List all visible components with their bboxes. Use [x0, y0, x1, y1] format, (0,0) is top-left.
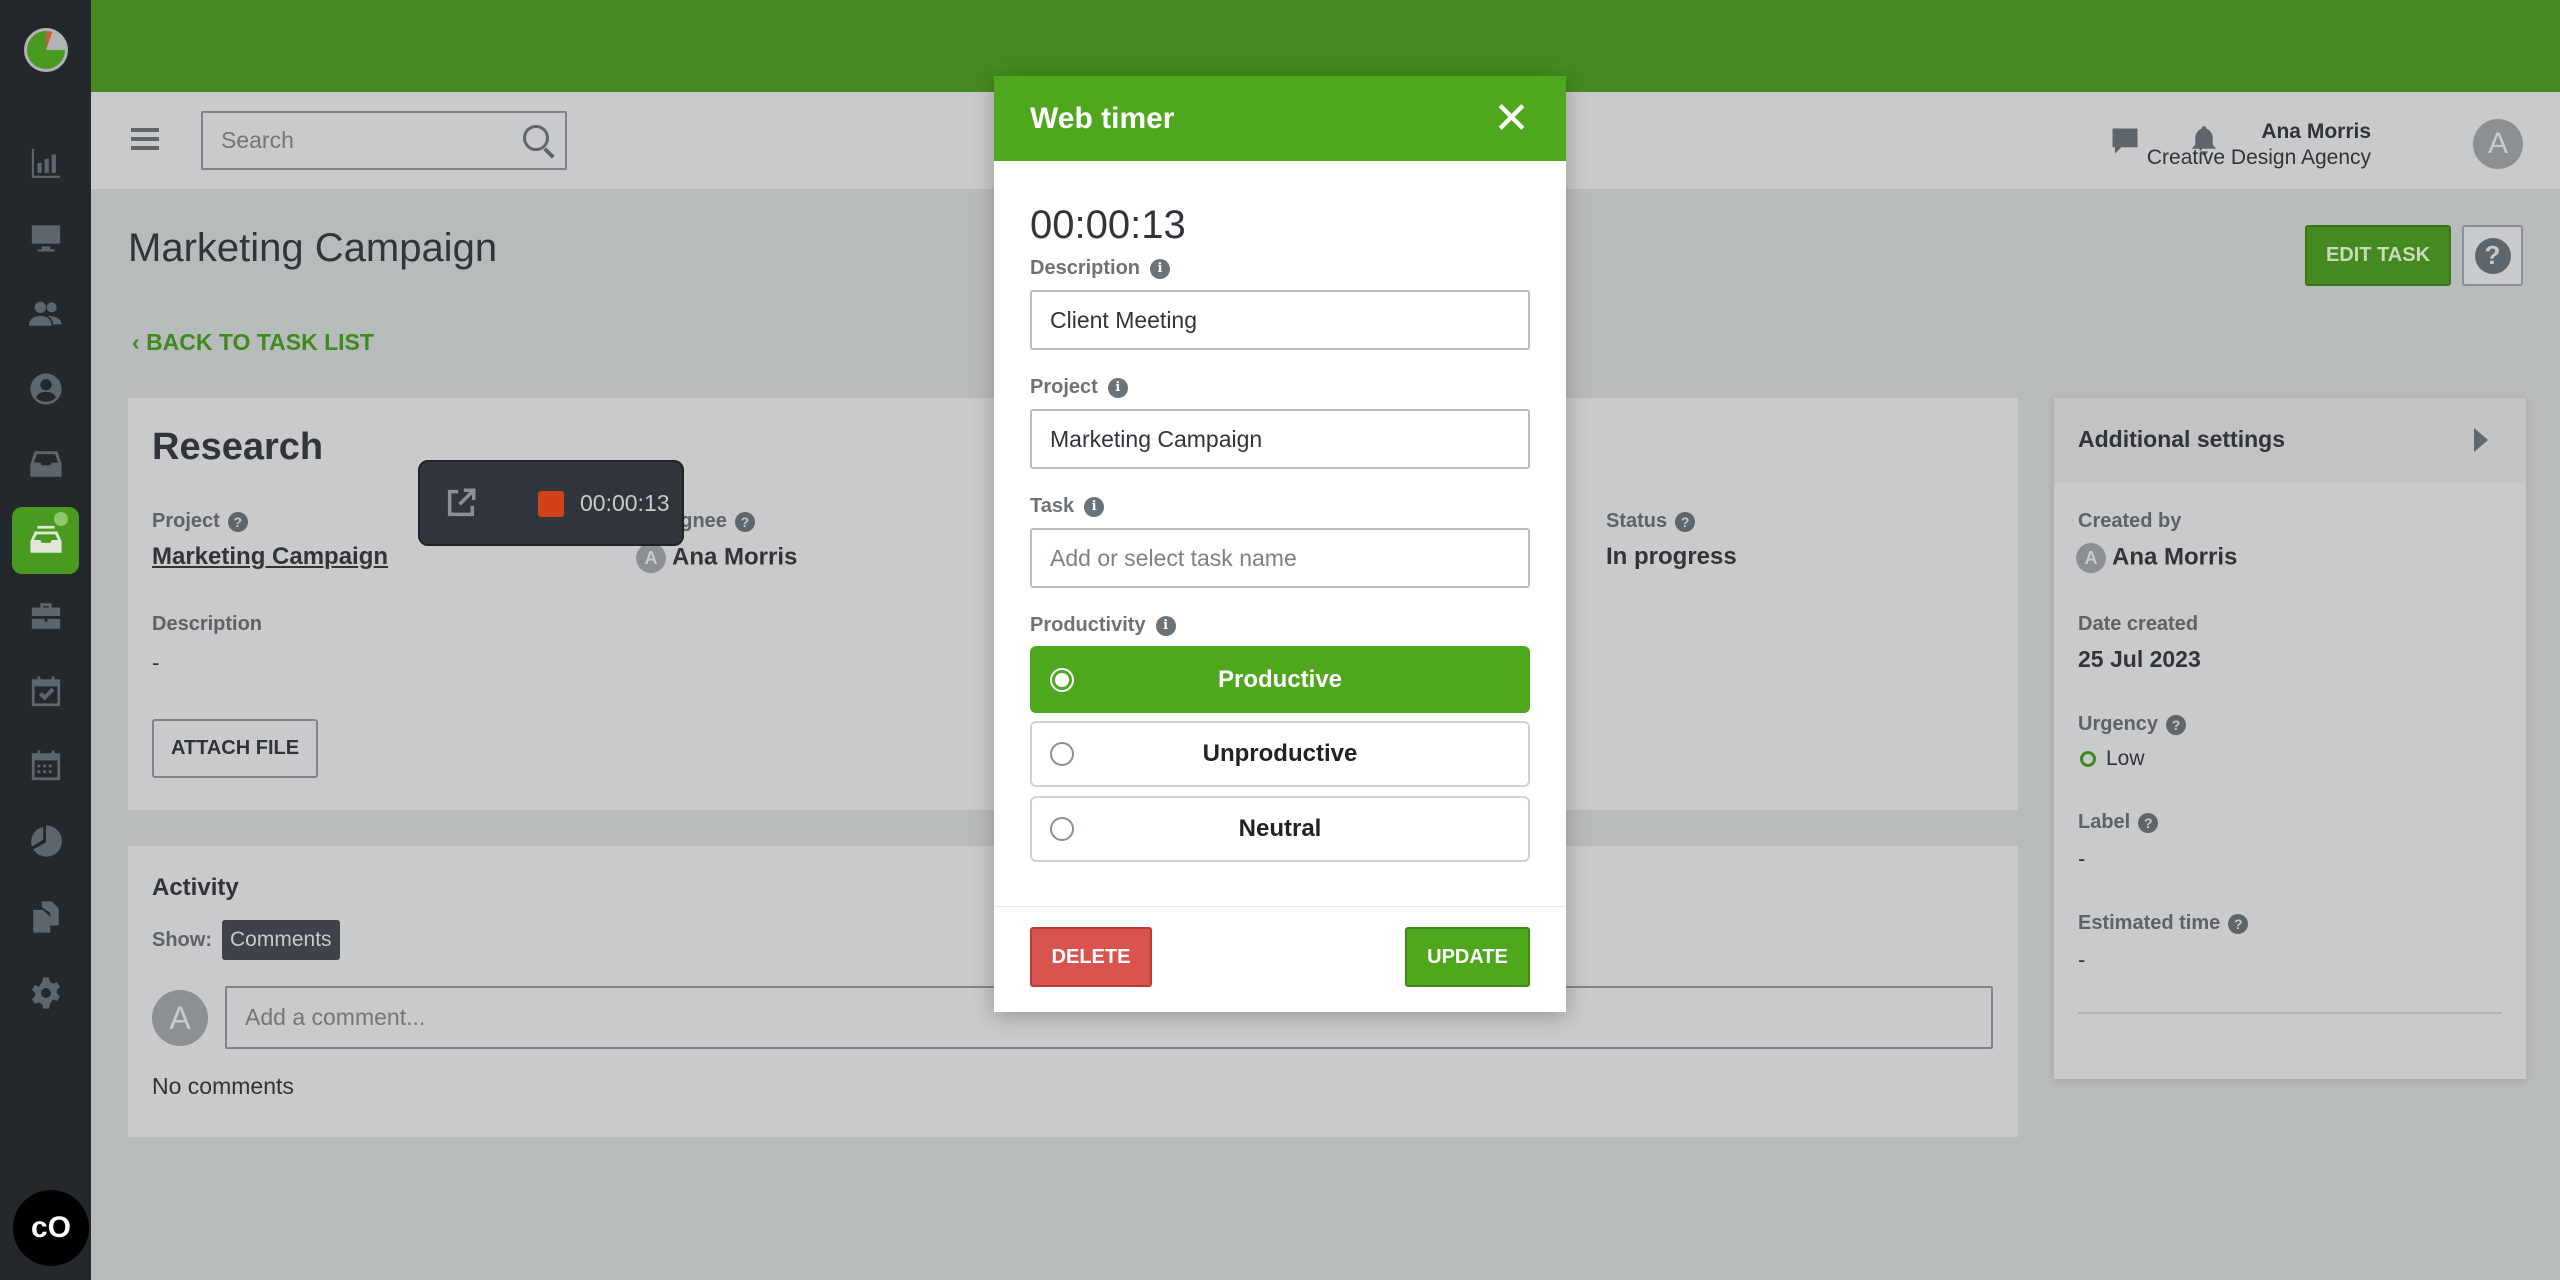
productivity-option-productive[interactable]: Productive — [1030, 646, 1530, 713]
help-button[interactable]: ? — [2462, 225, 2523, 286]
timer-widget-time: 00:00:13 — [580, 490, 670, 516]
estimated-time-value: - — [2078, 947, 2086, 972]
back-to-task-list-link[interactable]: ‹ BACK TO TASK LIST — [132, 329, 374, 356]
label-label: Label? — [2078, 811, 2159, 834]
urgency-label: Urgency? — [2078, 713, 2187, 736]
chevron-left-icon: ‹ — [132, 329, 147, 355]
user-company: Creative Design Agency — [2146, 146, 2371, 169]
search-box[interactable] — [201, 111, 567, 170]
edit-task-button[interactable]: EDIT TASK — [2305, 225, 2451, 286]
help-icon[interactable]: ? — [1675, 511, 1696, 532]
urgency-value: Low — [2080, 747, 2145, 771]
additional-settings-header[interactable]: Additional settings — [2054, 398, 2526, 483]
back-link-label: BACK TO TASK LIST — [146, 329, 374, 355]
timer-widget: 00:00:13 — [418, 460, 684, 546]
show-label: Show: — [152, 929, 212, 951]
no-comments-text: No comments — [152, 1073, 294, 1099]
comments-filter-badge[interactable]: Comments — [222, 920, 340, 960]
modal-header: Web timer ✕ — [994, 76, 1566, 161]
task-label: Task i — [1030, 495, 1105, 518]
notification-dot — [54, 512, 68, 526]
gear-icon[interactable] — [28, 975, 64, 1011]
help-icon[interactable]: ? — [227, 511, 248, 532]
hamburger-menu-icon[interactable] — [131, 128, 159, 150]
productivity-option-unproductive[interactable]: Unproductive — [1030, 721, 1530, 787]
info-icon[interactable]: i — [1150, 258, 1171, 279]
sidebar — [0, 0, 91, 1280]
info-icon[interactable]: i — [1084, 496, 1105, 517]
web-timer-modal: Web timer ✕ 00:00:13 Descriptioni Projec… — [994, 76, 1566, 1012]
info-icon[interactable]: i — [1107, 377, 1128, 398]
avatar: A — [2076, 543, 2106, 573]
task-name: Research — [152, 426, 324, 468]
productivity-label: Productivity i — [1030, 614, 1176, 637]
help-icon[interactable]: ? — [2138, 812, 2159, 833]
documents-icon[interactable] — [28, 899, 64, 935]
created-by-label: Created by — [2078, 510, 2182, 532]
help-icon: ? — [2474, 237, 2511, 274]
additional-settings-panel: Additional settings Created by A Ana Morr… — [2054, 398, 2526, 1079]
bar-chart-icon[interactable] — [28, 145, 64, 181]
settings-title: Additional settings — [2078, 426, 2285, 452]
chat-icon[interactable] — [2110, 126, 2140, 156]
stop-icon[interactable] — [538, 491, 564, 517]
radio[interactable] — [1050, 817, 1074, 841]
description-label: Description i — [1030, 257, 1171, 280]
help-icon[interactable]: ? — [2228, 913, 2249, 934]
radio[interactable] — [1050, 742, 1074, 766]
project-label: Project? — [152, 510, 248, 533]
app-logo[interactable] — [24, 28, 68, 72]
user-avatar[interactable]: A — [2473, 119, 2523, 169]
briefcase-icon[interactable] — [28, 598, 64, 634]
search-input[interactable] — [203, 113, 503, 168]
urgency-low-icon — [2080, 751, 2096, 767]
status-label: Status? — [1606, 510, 1696, 533]
date-created-label: Date created — [2078, 613, 2199, 635]
calendar-icon[interactable] — [28, 748, 64, 784]
description-value: - — [152, 650, 160, 675]
avatar: A — [636, 543, 666, 573]
divider — [2078, 1012, 2502, 1014]
info-icon[interactable]: i — [1155, 615, 1176, 636]
external-link-icon[interactable] — [444, 486, 478, 520]
update-button[interactable]: UPDATE — [1405, 927, 1530, 987]
project-input[interactable] — [1030, 409, 1530, 469]
user-circle-icon[interactable] — [28, 371, 64, 407]
avatar: A — [152, 990, 208, 1046]
project-label: Project i — [1030, 376, 1128, 399]
users-icon[interactable] — [28, 295, 64, 331]
close-icon[interactable]: ✕ — [1493, 96, 1530, 141]
created-by-value: A Ana Morris — [2076, 543, 2237, 573]
productivity-option-neutral[interactable]: Neutral — [1030, 796, 1530, 862]
attach-file-button[interactable]: ATTACH FILE — [152, 719, 318, 778]
label-value: - — [2078, 846, 2086, 871]
calendar-check-icon[interactable] — [28, 674, 64, 710]
radio-selected[interactable] — [1050, 667, 1074, 692]
modal-timer: 00:00:13 — [1030, 203, 1186, 247]
tasks-inbox-icon[interactable] — [28, 522, 64, 558]
project-link[interactable]: Marketing Campaign — [152, 543, 388, 571]
status-value: In progress — [1606, 543, 1737, 570]
divider — [994, 906, 1566, 907]
chat-widget-icon: cO — [30, 1211, 72, 1244]
monitor-icon[interactable] — [28, 220, 64, 256]
inbox-icon[interactable] — [28, 446, 64, 482]
description-input[interactable] — [1030, 290, 1530, 350]
pie-chart-icon[interactable] — [28, 823, 64, 859]
chat-widget-button[interactable]: cO — [13, 1190, 89, 1266]
help-icon[interactable]: ? — [734, 511, 755, 532]
delete-button[interactable]: DELETE — [1030, 927, 1152, 987]
help-icon[interactable]: ? — [2166, 714, 2187, 735]
modal-title: Web timer — [1030, 101, 1175, 135]
expand-arrow-icon[interactable] — [2474, 428, 2488, 452]
description-label: Description — [152, 613, 263, 635]
search-icon-handle — [543, 147, 555, 159]
date-created-value: 25 Jul 2023 — [2078, 646, 2201, 672]
page-title: Marketing Campaign — [128, 226, 498, 270]
estimated-time-label: Estimated time? — [2078, 912, 2249, 935]
activity-title: Activity — [152, 874, 239, 901]
task-input[interactable] — [1030, 528, 1530, 588]
assignee-value: A Ana Morris — [636, 543, 797, 573]
user-name: Ana Morris — [2261, 120, 2371, 143]
